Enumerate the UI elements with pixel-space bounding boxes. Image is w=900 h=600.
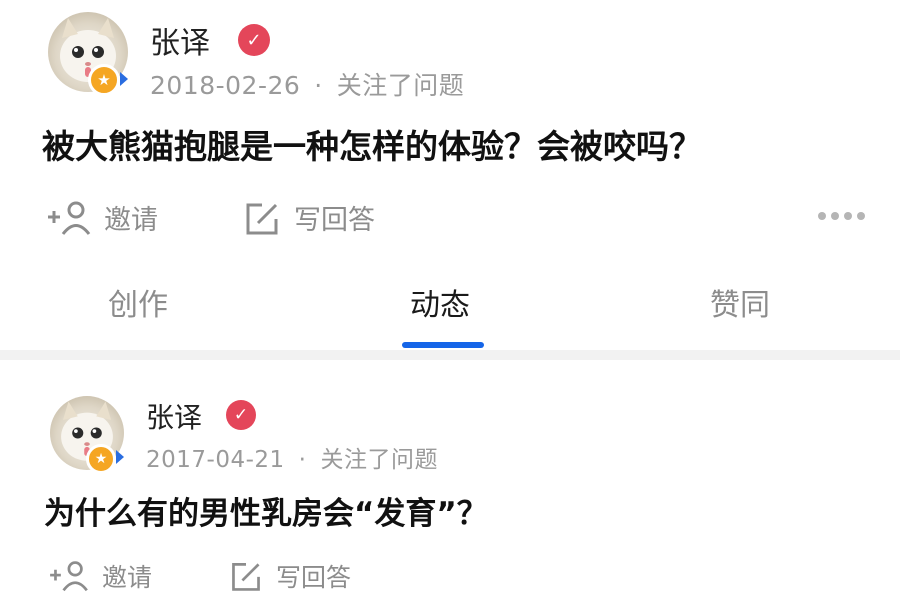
section-divider [0,350,900,360]
author-name[interactable]: 张译 [150,18,210,62]
invite-button[interactable]: 邀请 [46,558,152,594]
star-badge-icon: ★ [86,444,116,474]
more-dots-icon[interactable] [818,212,865,220]
invite-label: 邀请 [104,205,158,236]
post-meta: 2017-04-21 · 关注了问题 [146,440,438,474]
post-date: 2018-02-26 [150,71,301,100]
add-person-icon [48,201,91,235]
meta-separator: · [314,71,323,100]
answer-label: 写回答 [294,205,375,236]
edit-pen-icon [232,563,260,591]
activity-card-1: ★ 张译 ✓ 2018-02-26 · 关注了问题 被大熊猫抱腿是一种怎样的体验？会… [0,0,900,262]
post-action: 关注了问题 [336,71,465,100]
add-person-icon [50,561,88,592]
invite-button[interactable]: 邀请 [44,198,158,237]
post-date: 2017-04-21 [146,447,285,473]
star-badge-icon: ★ [88,64,120,96]
write-answer-button[interactable]: 写回答 [228,558,351,594]
verified-check-icon: ✓ [238,24,270,56]
author-name[interactable]: 张译 [146,396,202,436]
question-title[interactable]: 为什么有的男性乳房会“发育”？ [44,488,488,533]
active-tab-indicator [402,342,484,348]
question-title[interactable]: 被大熊猫抱腿是一种怎样的体验？会被咬吗？ [42,120,702,168]
answer-label: 写回答 [276,563,352,592]
badge-tail-icon [120,72,128,86]
verified-check-icon: ✓ [226,400,256,430]
activity-card-2: ★ 张译 ✓ 2017-04-21 · 关注了问题 为什么有的男性乳房会“发育”？ … [0,360,900,600]
tab-creation[interactable]: 创作 [108,280,168,324]
tab-activity[interactable]: 动态 [410,280,470,324]
post-meta: 2018-02-26 · 关注了问题 [150,66,464,102]
edit-pen-icon [246,203,278,234]
profile-tabs: 创作 动态 赞同 [0,262,900,354]
badge-tail-icon [116,450,124,464]
invite-label: 邀请 [102,563,153,592]
meta-separator: · [298,447,307,473]
write-answer-button[interactable]: 写回答 [242,198,375,237]
post-action: 关注了问题 [320,447,438,473]
tab-upvoted[interactable]: 赞同 [710,280,770,324]
